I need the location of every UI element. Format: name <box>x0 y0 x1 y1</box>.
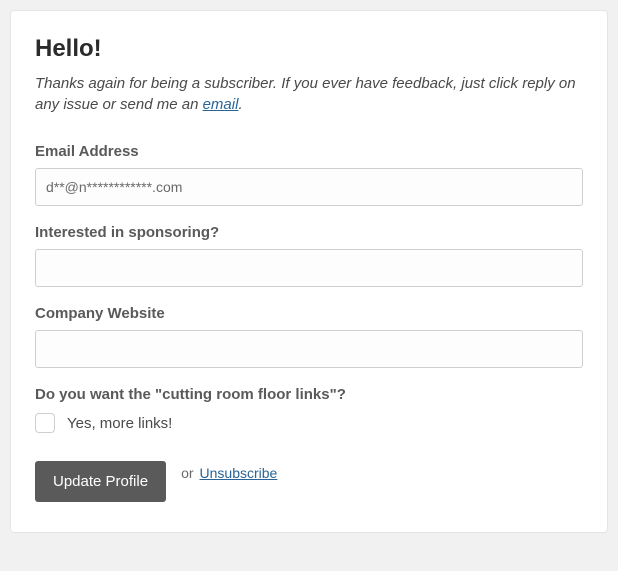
intro-before: Thanks again for being a subscriber. If … <box>35 75 576 113</box>
update-profile-button[interactable]: Update Profile <box>35 461 166 502</box>
cutting-group: Do you want the "cutting room floor link… <box>35 386 583 433</box>
email-group: Email Address <box>35 143 583 206</box>
unsubscribe-link[interactable]: Unsubscribe <box>200 465 278 481</box>
profile-card: Hello! Thanks again for being a subscrib… <box>10 10 608 533</box>
more-links-checkbox[interactable] <box>35 413 55 433</box>
or-text: or <box>181 465 193 481</box>
email-link[interactable]: email <box>203 96 239 113</box>
email-field[interactable] <box>35 168 583 206</box>
website-group: Company Website <box>35 305 583 368</box>
website-field[interactable] <box>35 330 583 368</box>
sponsor-field[interactable] <box>35 249 583 287</box>
intro-after: . <box>238 96 242 113</box>
page-title: Hello! <box>35 35 583 63</box>
sponsor-group: Interested in sponsoring? <box>35 224 583 287</box>
website-label: Company Website <box>35 305 583 322</box>
email-label: Email Address <box>35 143 583 160</box>
cutting-label: Do you want the "cutting room floor link… <box>35 386 583 403</box>
intro-text: Thanks again for being a subscriber. If … <box>35 73 583 115</box>
more-links-label: Yes, more links! <box>67 415 172 432</box>
checkbox-row: Yes, more links! <box>35 413 583 433</box>
sponsor-label: Interested in sponsoring? <box>35 224 583 241</box>
actions-row: Update Profile or Unsubscribe <box>35 461 583 502</box>
